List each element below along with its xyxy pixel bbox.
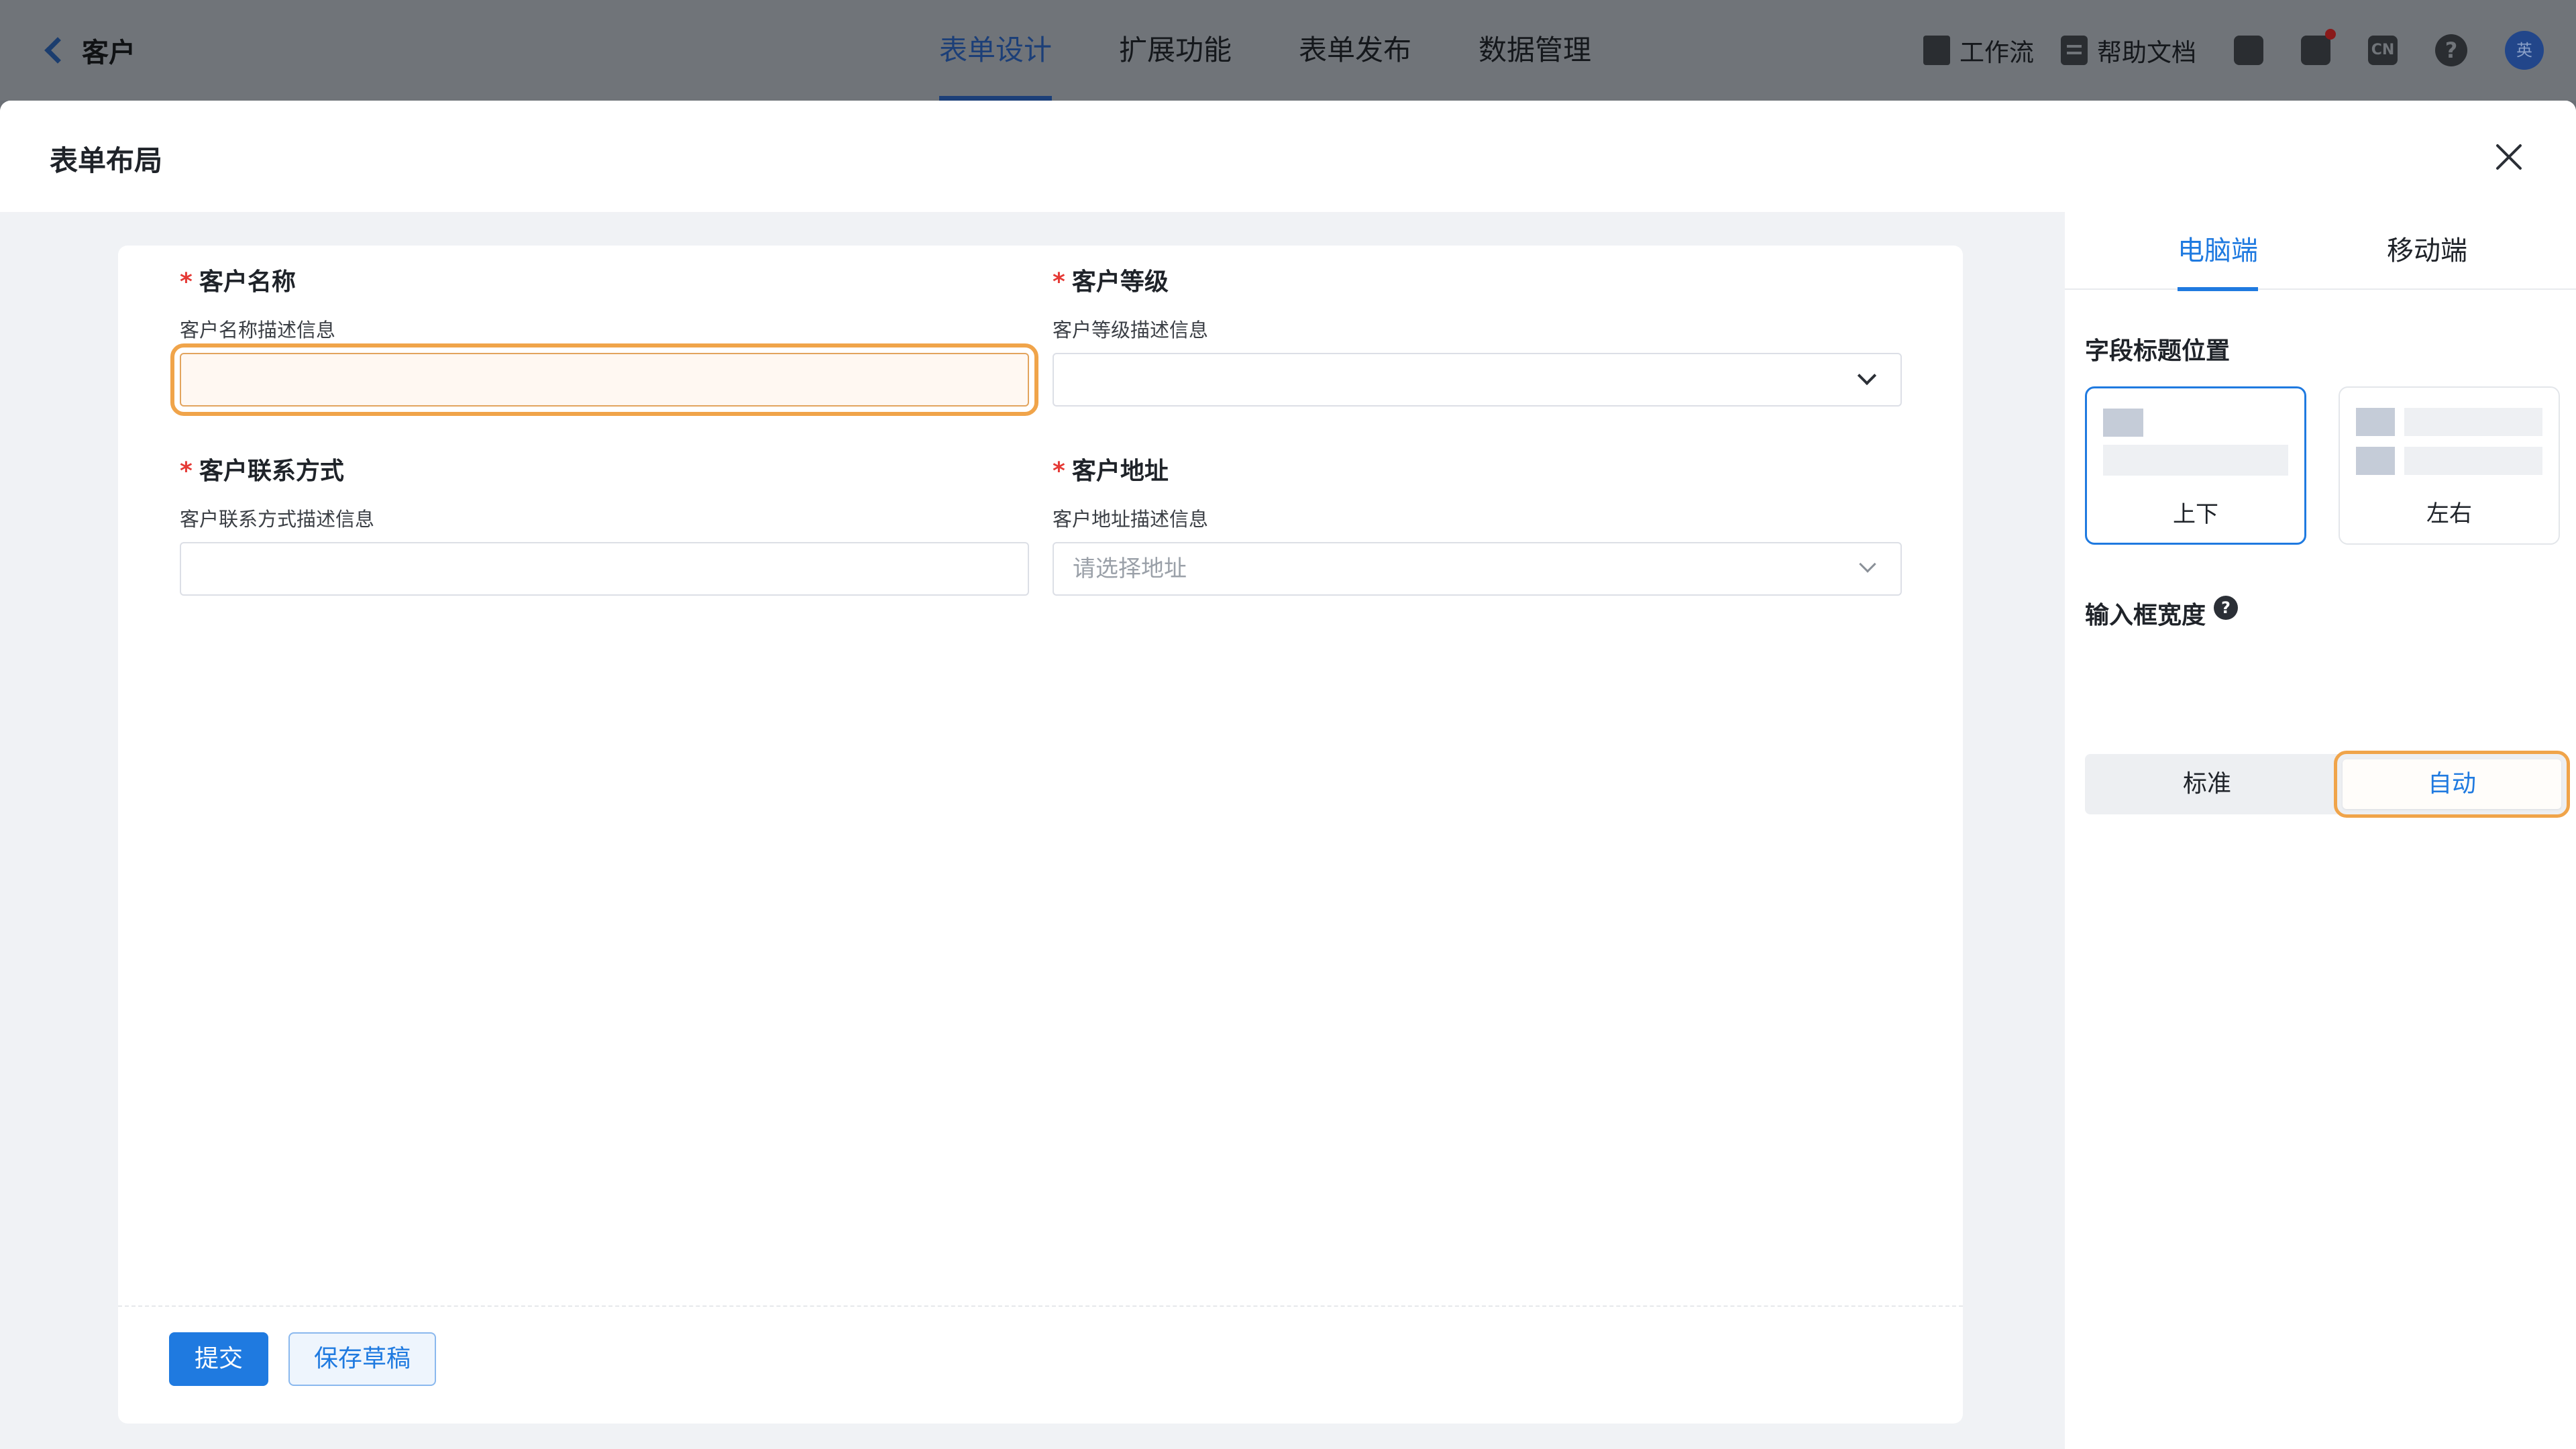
save-draft-button[interactable]: 保存草稿 bbox=[288, 1332, 436, 1386]
modal-title: 表单布局 bbox=[50, 144, 163, 177]
form-preview-card: * 客户名称 客户名称描述信息 * 客户等级 客户等级描述信息 * 客户联系方式 客户… bbox=[118, 246, 1963, 1424]
app-title: 客户 bbox=[82, 38, 136, 68]
input-width-standard-option[interactable]: 标准 bbox=[2085, 754, 2329, 814]
option-label: 上下 bbox=[2173, 501, 2218, 528]
modal-header: 表单布局 bbox=[0, 101, 2576, 212]
document-icon bbox=[2061, 36, 2088, 65]
field-label-text: 客户等级 bbox=[1071, 268, 1169, 296]
customer-level-select[interactable] bbox=[1053, 353, 1902, 407]
field-label: * 客户名称 bbox=[180, 266, 1029, 299]
field-label-text: 客户联系方式 bbox=[199, 458, 344, 485]
label-position-top-option[interactable]: 上下 bbox=[2085, 386, 2306, 545]
top-navigation-bar: 客户 表单设计 扩展功能 表单发布 数据管理 工作流 帮助文档 CN ? 英 bbox=[0, 0, 2576, 101]
top-right-toolbar: 工作流 帮助文档 CN ? 英 bbox=[1896, 27, 2544, 74]
required-mark: * bbox=[180, 268, 193, 296]
required-mark: * bbox=[1053, 458, 1065, 485]
tab-form-design[interactable]: 表单设计 bbox=[939, 0, 1053, 101]
field-description: 客户名称描述信息 bbox=[180, 319, 336, 341]
notification-dot bbox=[2325, 29, 2336, 40]
field-label-text: 客户地址 bbox=[1071, 458, 1169, 485]
close-icon[interactable] bbox=[2494, 142, 2524, 172]
tab-form-publish[interactable]: 表单发布 bbox=[1299, 0, 1411, 101]
tab-mobile[interactable]: 移动端 bbox=[2387, 212, 2467, 290]
label-placeholder-icon bbox=[2356, 408, 2395, 436]
select-placeholder: 请选择地址 bbox=[1073, 555, 1187, 582]
field-description: 客户联系方式描述信息 bbox=[180, 508, 375, 531]
input-placeholder-icon bbox=[2404, 447, 2542, 475]
tab-extensions[interactable]: 扩展功能 bbox=[1119, 0, 1232, 101]
customer-name-input[interactable] bbox=[170, 343, 1038, 416]
form-layout-modal: 表单布局 * 客户名称 客户名称描述信息 * 客户等级 客户等级描述信息 * 客户联系… bbox=[0, 101, 2576, 1449]
avatar[interactable]: 英 bbox=[2505, 31, 2544, 70]
field-label: * 客户等级 bbox=[1053, 266, 1902, 299]
required-mark: * bbox=[180, 458, 193, 485]
field-description: 客户地址描述信息 bbox=[1053, 508, 1209, 531]
main-tabs: 表单设计 扩展功能 表单发布 数据管理 bbox=[939, 0, 1658, 101]
help-docs-label: 帮助文档 bbox=[2097, 38, 2196, 67]
help-icon[interactable]: ? bbox=[2435, 34, 2467, 66]
submit-button[interactable]: 提交 bbox=[169, 1332, 268, 1386]
chevron-left-icon bbox=[44, 37, 71, 64]
input-width-segmented-control: 标准 自动 bbox=[2085, 751, 2570, 818]
input-width-title: 输入框宽度 bbox=[2085, 602, 2206, 629]
input-width-auto-option[interactable]: 自动 bbox=[2334, 751, 2570, 818]
tab-desktop[interactable]: 电脑端 bbox=[2178, 212, 2258, 291]
message-icon[interactable] bbox=[2301, 29, 2336, 65]
field-label-text: 客户名称 bbox=[199, 268, 296, 296]
language-switch-icon[interactable]: CN bbox=[2368, 36, 2398, 65]
field-customer-contact: * 客户联系方式 客户联系方式描述信息 bbox=[180, 455, 1029, 596]
workflow-icon bbox=[1923, 36, 1950, 65]
help-docs-button[interactable]: 帮助文档 bbox=[2061, 32, 2196, 68]
customer-contact-input[interactable] bbox=[180, 542, 1029, 596]
field-description: 客户等级描述信息 bbox=[1053, 319, 1209, 341]
field-label: * 客户联系方式 bbox=[180, 455, 1029, 488]
customer-address-select[interactable]: 请选择地址 bbox=[1053, 542, 1902, 596]
field-label: * 客户地址 bbox=[1053, 455, 1902, 488]
label-position-title: 字段标题位置 bbox=[2085, 337, 2231, 365]
input-placeholder-icon bbox=[2103, 445, 2288, 476]
field-customer-address: * 客户地址 客户地址描述信息 请选择地址 bbox=[1053, 455, 1902, 596]
layout-settings-panel: 电脑端 移动端 字段标题位置 上下 左右 输入框宽度 ? 标准 自动 bbox=[2065, 212, 2576, 1449]
help-icon[interactable]: ? bbox=[2214, 596, 2238, 620]
workflow-label: 工作流 bbox=[1960, 38, 2034, 67]
label-position-left-option[interactable]: 左右 bbox=[2339, 386, 2560, 545]
device-tabs: 电脑端 移动端 bbox=[2065, 212, 2576, 291]
option-label: 左右 bbox=[2426, 500, 2472, 527]
input-placeholder-icon bbox=[2404, 408, 2542, 436]
back-button[interactable]: 客户 bbox=[39, 30, 136, 71]
required-mark: * bbox=[1053, 268, 1065, 296]
chevron-down-icon bbox=[1857, 366, 1877, 386]
chevron-down-icon bbox=[1859, 555, 1876, 573]
label-placeholder-icon bbox=[2103, 409, 2143, 437]
field-customer-level: * 客户等级 客户等级描述信息 bbox=[1053, 266, 1902, 407]
tab-data-management[interactable]: 数据管理 bbox=[1479, 0, 1591, 101]
workflow-button[interactable]: 工作流 bbox=[1923, 32, 2034, 68]
footer-divider bbox=[118, 1305, 1963, 1307]
contacts-icon[interactable] bbox=[2234, 36, 2263, 65]
label-placeholder-icon bbox=[2356, 447, 2395, 475]
field-customer-name: * 客户名称 客户名称描述信息 bbox=[170, 266, 1038, 416]
